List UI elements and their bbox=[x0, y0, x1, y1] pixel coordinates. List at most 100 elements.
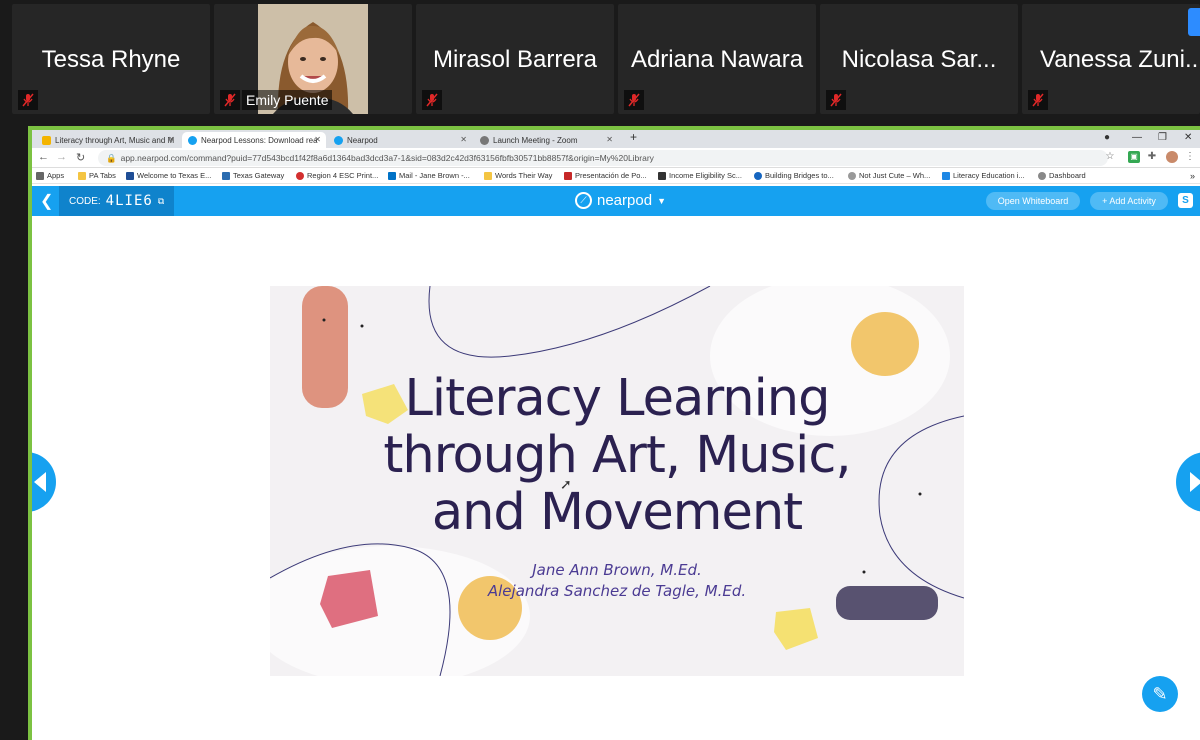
zoom-window: Tessa Rhyne Emily Puente Mirasol Barrera bbox=[0, 0, 1200, 740]
code-label: CODE: bbox=[69, 195, 101, 207]
bridges-favicon-icon bbox=[754, 171, 762, 180]
bookmark-star-icon[interactable]: ☆ bbox=[1104, 151, 1116, 163]
bookmark-item[interactable]: Words Their Way bbox=[484, 171, 552, 180]
bookmark-item[interactable]: Mail - Jane Brown -... bbox=[388, 171, 470, 180]
bookmark-label: Literacy Education i... bbox=[953, 171, 1025, 180]
tea-favicon-icon bbox=[126, 171, 134, 180]
tab-label: Nearpod Lessons: Download rea bbox=[201, 135, 318, 145]
restore-icon[interactable]: ❐ bbox=[1158, 132, 1167, 143]
star-favicon-icon bbox=[222, 171, 230, 180]
bookmark-label: Dashboard bbox=[1049, 171, 1086, 180]
url-field[interactable]: 🔒 app.nearpod.com/command?puid=77d543bcd… bbox=[98, 150, 1108, 166]
participant-name: Emily Puente bbox=[242, 90, 333, 110]
slide: Literacy Learning through Art, Music, an… bbox=[270, 286, 964, 676]
code-value: 4LIE6 bbox=[105, 193, 153, 209]
bookmark-item[interactable]: PA Tabs bbox=[78, 171, 116, 180]
slides-favicon-icon bbox=[42, 135, 51, 145]
globe-favicon-icon bbox=[480, 135, 489, 145]
muted-mic-icon bbox=[1028, 90, 1048, 110]
browser-menu-icon[interactable]: ⋮ bbox=[1184, 151, 1196, 163]
bookmark-item[interactable]: Dashboard bbox=[1038, 171, 1086, 180]
title-line: and Movement bbox=[431, 483, 803, 542]
participant-name: Tessa Rhyne bbox=[41, 46, 181, 73]
url-text: app.nearpod.com/command?puid=77d543bcd1f… bbox=[120, 153, 654, 163]
bookmark-label: Apps bbox=[47, 171, 65, 180]
more-bookmarks-icon[interactable]: » bbox=[1190, 171, 1195, 181]
bookmark-item[interactable]: Texas Gateway bbox=[222, 171, 284, 180]
bookmark-item[interactable]: Presentación de Po... bbox=[564, 171, 647, 180]
lock-icon: 🔒 bbox=[106, 152, 117, 163]
participant-tile-tessa[interactable]: Tessa Rhyne bbox=[12, 4, 210, 114]
participant-name: Adriana Nawara bbox=[630, 46, 804, 73]
back-icon[interactable]: ← bbox=[38, 151, 49, 163]
bookmark-item[interactable]: Building Bridges to... bbox=[754, 171, 834, 180]
address-bar-row: ← → ↻ 🔒 app.nearpod.com/command?puid=77d… bbox=[32, 148, 1200, 168]
browser-tab-active[interactable]: Nearpod Lessons: Download rea ✕ bbox=[182, 132, 326, 148]
bookmark-item[interactable]: Region 4 ESC Print... bbox=[296, 171, 378, 180]
nearpod-logo[interactable]: ⟋ nearpod ▼ bbox=[575, 192, 666, 209]
tab-label: Nearpod bbox=[347, 135, 378, 145]
back-chevron-icon[interactable]: ❮ bbox=[40, 191, 53, 211]
browser-tab[interactable]: Launch Meeting - Zoom ✕ bbox=[474, 132, 618, 148]
browser-tab-bar: Literacy through Art, Music and M ✕ Near… bbox=[32, 130, 1200, 148]
skype-icon[interactable]: S bbox=[1178, 193, 1193, 208]
profile-avatar[interactable] bbox=[1166, 151, 1178, 163]
participant-name: Nicolasa Sar... bbox=[841, 46, 997, 73]
minimize-icon[interactable]: — bbox=[1132, 132, 1142, 143]
folder-icon bbox=[484, 171, 492, 180]
participant-tile-mirasol[interactable]: Mirasol Barrera bbox=[416, 4, 614, 114]
bookmark-item[interactable]: Literacy Education i... bbox=[942, 171, 1025, 180]
bookmark-label: Texas Gateway bbox=[233, 171, 285, 180]
browser-tab[interactable]: Literacy through Art, Music and M ✕ bbox=[36, 132, 180, 148]
region-favicon-icon bbox=[296, 171, 304, 180]
close-tab-icon[interactable]: ✕ bbox=[460, 135, 467, 144]
bookmark-label: Mail - Jane Brown -... bbox=[399, 171, 470, 180]
dashboard-favicon-icon bbox=[1038, 171, 1046, 180]
bookmark-label: Words Their Way bbox=[495, 171, 553, 180]
author-name: Jane Ann Brown, M.Ed. bbox=[532, 561, 702, 579]
forward-icon[interactable]: → bbox=[56, 151, 67, 163]
close-tab-icon[interactable]: ✕ bbox=[314, 135, 321, 144]
author-name: Alejandra Sanchez de Tagle, M.Ed. bbox=[487, 582, 747, 600]
participant-name: Mirasol Barrera bbox=[432, 46, 598, 73]
bookmark-label: Region 4 ESC Print... bbox=[307, 171, 379, 180]
open-whiteboard-button[interactable]: Open Whiteboard bbox=[986, 192, 1080, 210]
participant-tile-adriana[interactable]: Adriana Nawara bbox=[618, 4, 816, 114]
add-activity-button[interactable]: + Add Activity bbox=[1090, 192, 1168, 210]
session-code[interactable]: CODE: 4LIE6 ⧉ bbox=[59, 186, 174, 216]
participant-tile-nicolasa[interactable]: Nicolasa Sar... bbox=[820, 4, 1018, 114]
previous-slide-button[interactable] bbox=[32, 452, 56, 512]
strip-scroll-button[interactable] bbox=[1188, 8, 1200, 36]
bookmark-label: Welcome to Texas E... bbox=[137, 171, 212, 180]
participant-tile-vanessa[interactable]: Vanessa Zuni... bbox=[1022, 4, 1200, 114]
bookmark-item[interactable]: Not Just Cute – Wh... bbox=[848, 171, 930, 180]
close-tab-icon[interactable]: ✕ bbox=[168, 135, 175, 144]
apps-grid-icon bbox=[36, 171, 44, 180]
bookmark-label: Not Just Cute – Wh... bbox=[859, 171, 931, 180]
nearpod-favicon-icon bbox=[334, 135, 343, 145]
participant-tile-emily[interactable]: Emily Puente bbox=[214, 4, 412, 114]
close-tab-icon[interactable]: ✕ bbox=[606, 135, 613, 144]
next-slide-button[interactable] bbox=[1176, 452, 1200, 512]
close-window-icon[interactable]: ✕ bbox=[1184, 132, 1192, 143]
chevron-down-icon: ▼ bbox=[657, 195, 666, 206]
browser-tab[interactable]: Nearpod ✕ bbox=[328, 132, 472, 148]
bookmark-item[interactable]: Welcome to Texas E... bbox=[126, 171, 211, 180]
extensions-puzzle-icon[interactable]: ✚ bbox=[1146, 151, 1158, 163]
graduation-cap-icon bbox=[658, 171, 666, 180]
bookmarks-bar: Apps PA Tabs Welcome to Texas E... Texas… bbox=[32, 168, 1200, 184]
bookmark-label: PA Tabs bbox=[89, 171, 116, 180]
muted-mic-icon bbox=[826, 90, 846, 110]
outlook-favicon-icon bbox=[388, 171, 396, 180]
external-link-icon: ⧉ bbox=[157, 195, 165, 206]
media-control-icon[interactable]: ● bbox=[1104, 132, 1110, 143]
new-tab-button[interactable]: + bbox=[630, 130, 637, 144]
shared-screen: Literacy through Art, Music and M ✕ Near… bbox=[28, 126, 1200, 740]
nearpod-toolbar: ❮ CODE: 4LIE6 ⧉ ⟋ nearpod ▼ Open Whitebo… bbox=[32, 186, 1200, 216]
pencil-draw-button[interactable]: ✎ bbox=[1142, 676, 1178, 712]
bookmark-item[interactable]: Income Eligibility Sc... bbox=[658, 171, 742, 180]
extension-icon[interactable]: ▣ bbox=[1128, 151, 1140, 163]
reload-icon[interactable]: ↻ bbox=[76, 151, 85, 164]
bookmark-item[interactable]: Apps bbox=[36, 171, 64, 180]
slide-authors: Jane Ann Brown, M.Ed. Alejandra Sanchez … bbox=[270, 560, 964, 602]
